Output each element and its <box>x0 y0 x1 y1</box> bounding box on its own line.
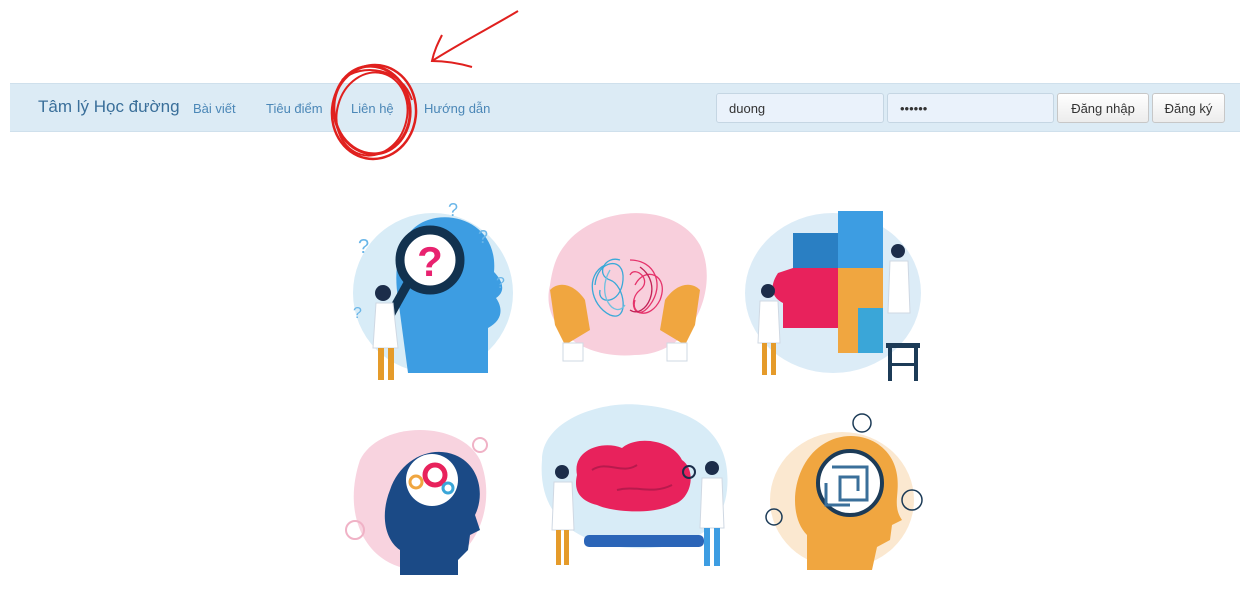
svg-text:?: ? <box>448 200 458 220</box>
password-input[interactable] <box>887 93 1054 123</box>
svg-text:?: ? <box>496 275 505 292</box>
top-navbar: Tâm lý Học đường Bài viết Tiêu điểm Liên… <box>10 83 1240 132</box>
illustration-maze-head <box>765 413 923 570</box>
svg-text:?: ? <box>353 305 362 322</box>
brand-link[interactable]: Tâm lý Học đường <box>38 97 180 117</box>
annotation-arrow <box>430 10 519 68</box>
nav-link-guide[interactable]: Hướng dẫn <box>424 101 490 116</box>
illustration-brain-research <box>541 404 728 566</box>
nav-link-highlights[interactable]: Tiêu điểm <box>266 101 323 116</box>
illustration-magnifier-head: ? ? ? ? ? ? <box>353 200 513 380</box>
illustration-tangled-brain <box>548 213 707 362</box>
svg-text:?: ? <box>358 236 369 258</box>
nav-link-articles[interactable]: Bài viết <box>193 101 236 116</box>
login-button[interactable]: Đăng nhập <box>1057 93 1149 123</box>
register-button[interactable]: Đăng ký <box>1152 93 1225 123</box>
illustration-gears-head <box>345 430 488 575</box>
username-input[interactable] <box>716 93 884 123</box>
svg-text:?: ? <box>417 238 443 285</box>
illustration-puzzle-head <box>745 211 921 381</box>
svg-text:?: ? <box>478 227 488 247</box>
nav-link-contact[interactable]: Liên hệ <box>351 101 394 116</box>
